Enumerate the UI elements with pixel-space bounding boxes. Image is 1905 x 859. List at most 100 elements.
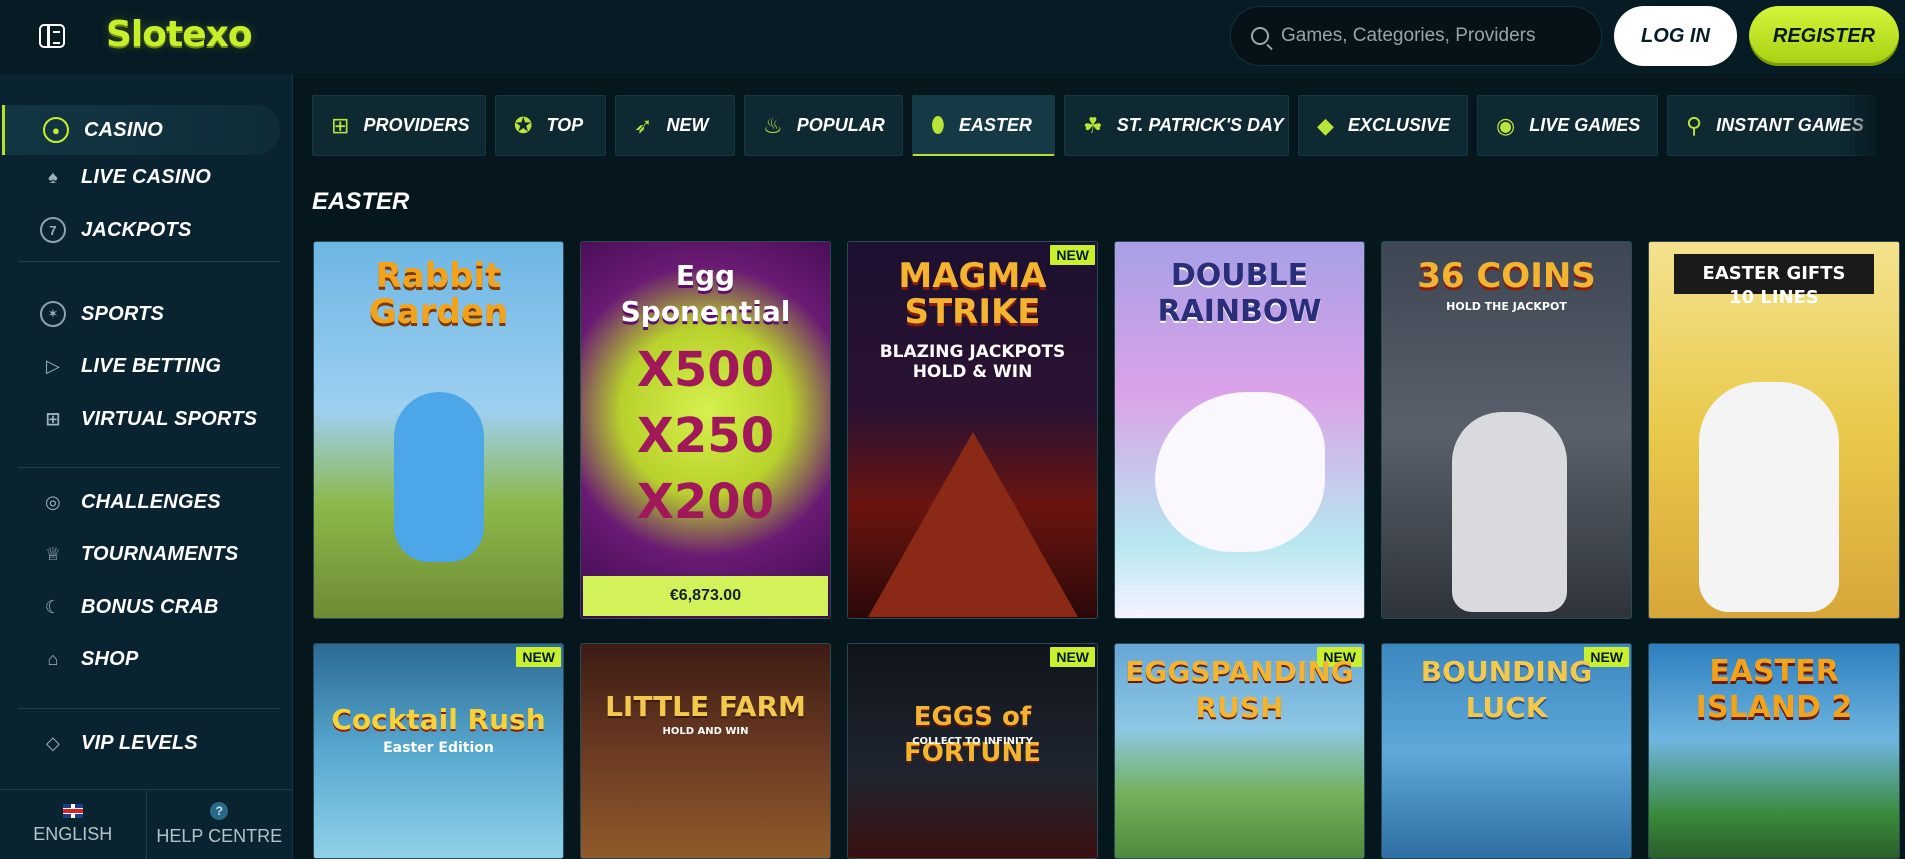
sidebar-item-live-betting[interactable]: ▷ LIVE BETTING	[2, 341, 280, 391]
seven-icon: 7	[40, 217, 66, 243]
game-title: LITTLE FARM	[605, 690, 806, 723]
sidebar-divider	[18, 708, 280, 709]
tab-label: NEW	[666, 115, 709, 135]
jackpot-amount: €6,873.00	[583, 576, 828, 616]
sidebar-footer: ENGLISH ? HELP CENTRE	[0, 789, 292, 859]
game-tile-36-coins[interactable]: 36 COINS HOLD THE JACKPOT	[1381, 241, 1632, 619]
play-icon: ▷	[45, 355, 61, 376]
search-icon	[1251, 27, 1269, 45]
sidebar-item-live-casino[interactable]: ♠ LIVE CASINO	[2, 152, 280, 202]
search-input[interactable]	[1281, 25, 1571, 47]
tab-live-games[interactable]: ◉ LIVE GAMES	[1477, 95, 1658, 156]
register-button[interactable]: REGISTER	[1749, 6, 1899, 66]
help-label: HELP CENTRE	[156, 826, 283, 846]
sidebar-item-virtual-sports[interactable]: ⊞ VIRTUAL SPORTS	[2, 394, 280, 444]
medal-icon: ◎	[45, 491, 61, 512]
rocket-icon: ➶	[634, 112, 653, 138]
search-bar[interactable]	[1230, 6, 1602, 66]
spade-icon: ♠	[48, 166, 58, 187]
game-tile-little-farm[interactable]: LITTLE FARM HOLD AND WIN	[580, 643, 831, 859]
game-title: BOUNDING LUCK	[1420, 655, 1593, 724]
sidebar-item-sports[interactable]: ✶ SPORTS	[2, 289, 280, 339]
clover-icon: ☘	[1083, 112, 1103, 138]
sidebar-item-bonus-crab[interactable]: ☾ BONUS CRAB	[2, 582, 280, 632]
game-tile-easter-gifts[interactable]: EASTER GIFTS 10 LINES	[1648, 241, 1900, 619]
game-title: Rabbit Garden	[368, 256, 509, 332]
language-selector[interactable]: ENGLISH	[0, 790, 146, 859]
tab-easter[interactable]: ⬮ EASTER	[912, 95, 1055, 156]
sidebar-item-casino[interactable]: ● CASINO	[2, 105, 280, 155]
sidebar-item-label: SHOP	[81, 647, 139, 670]
tab-providers[interactable]: ⊞ PROVIDERS	[312, 95, 486, 156]
sidebar-item-label: VIP LEVELS	[81, 731, 198, 754]
sidebar-item-shop[interactable]: ⌂ SHOP	[2, 634, 280, 684]
game-tile-magma-strike[interactable]: NEW MAGMA STRIKE BLAZING JACKPOTS HOLD &…	[847, 241, 1098, 619]
game-subtitle: 10 LINES	[1729, 287, 1819, 308]
game-subtitle: HOLD THE JACKPOT	[1446, 300, 1567, 313]
tab-label: TOP	[546, 115, 584, 135]
game-tile-eggspanding-rush[interactable]: NEW EGGSPANDING RUSH	[1114, 643, 1365, 859]
language-label: ENGLISH	[33, 824, 113, 844]
sidebar-item-label: CHALLENGES	[81, 490, 221, 513]
tab-new[interactable]: ➶ NEW	[615, 95, 735, 156]
game-tile-easter-island-2[interactable]: EASTER ISLAND 2	[1648, 643, 1900, 859]
joystick-icon: ⚲	[1686, 112, 1703, 138]
gamepad-icon: ⊞	[45, 408, 61, 429]
sidebar-toggle-icon[interactable]	[39, 24, 65, 48]
sidebar-divider	[18, 467, 280, 468]
tab-st-patricks-day[interactable]: ☘ ST. PATRICK'S DAY	[1064, 95, 1289, 156]
section-title: EASTER	[312, 188, 410, 215]
game-tile-eggs-of-fortune[interactable]: NEW EGGS of FORTUNE COLLECT TO INFINITY	[847, 643, 1098, 859]
game-tile-double-rainbow[interactable]: DOUBLE RAINBOW	[1114, 241, 1365, 619]
crab-icon: ☾	[44, 596, 62, 617]
ball-icon: ✶	[40, 301, 66, 327]
egg-icon: ⬮	[931, 112, 945, 137]
game-title: Cocktail Rush	[331, 703, 546, 736]
new-badge: NEW	[1050, 647, 1095, 667]
game-title: EASTER ISLAND 2	[1695, 654, 1853, 725]
sidebar-item-jackpots[interactable]: 7 JACKPOTS	[2, 205, 280, 255]
tab-label: POPULAR	[796, 115, 885, 135]
game-tile-bounding-luck[interactable]: NEW BOUNDING LUCK	[1381, 643, 1632, 859]
unicorn-art	[1155, 392, 1325, 552]
question-icon: ?	[210, 802, 229, 820]
login-button[interactable]: LOG IN	[1614, 6, 1737, 66]
grid-icon: ⊞	[331, 112, 350, 138]
game-tile-cocktail-rush[interactable]: NEW Cocktail Rush Easter Edition	[313, 643, 564, 859]
site-logo[interactable]: Slotexo	[106, 14, 253, 55]
tab-exclusive[interactable]: ◆ EXCLUSIVE	[1298, 95, 1468, 156]
tab-label: EASTER	[958, 114, 1032, 135]
game-subtitle: X500 X250 X200	[636, 342, 775, 530]
sidebar-item-label: TOURNAMENTS	[81, 542, 239, 565]
game-title: EGGS of FORTUNE	[903, 702, 1042, 768]
sidebar-item-tournaments[interactable]: ♕ TOURNAMENTS	[2, 529, 280, 579]
rabbit-art	[394, 392, 484, 562]
game-subtitle: COLLECT TO INFINITY	[912, 736, 1033, 747]
tab-label: ST. PATRICK'S DAY	[1116, 115, 1284, 135]
sidebar-item-label: JACKPOTS	[81, 218, 192, 241]
sidebar-item-challenges[interactable]: ◎ CHALLENGES	[2, 477, 280, 527]
help-centre-link[interactable]: ? HELP CENTRE	[145, 790, 293, 859]
tabs-scroll-fade	[1840, 95, 1905, 157]
new-badge: NEW	[516, 647, 561, 667]
casino-chip-icon: ●	[43, 117, 69, 143]
sidebar-item-label: VIRTUAL SPORTS	[81, 407, 258, 430]
game-tile-egg-sponential[interactable]: Egg Sponential X500 X250 X200 €6,873.00	[580, 241, 831, 619]
bunny-art	[1699, 382, 1839, 612]
sidebar: ● CASINO ♠ LIVE CASINO 7 JACKPOTS ✶ SPOR…	[0, 74, 293, 859]
tab-label: LIVE GAMES	[1529, 115, 1641, 135]
bunny-art	[1452, 412, 1567, 612]
game-subtitle: BLAZING JACKPOTS HOLD & WIN	[879, 342, 1066, 382]
trophy-icon: ♕	[44, 543, 62, 564]
tab-label: PROVIDERS	[363, 115, 470, 135]
tab-top[interactable]: ✪ TOP	[495, 95, 606, 156]
sidebar-item-label: SPORTS	[81, 302, 165, 325]
game-title: Egg Sponential	[620, 259, 791, 328]
diamond-icon: ◇	[45, 732, 61, 753]
game-title: DOUBLE RAINBOW	[1157, 258, 1322, 329]
game-subtitle: HOLD AND WIN	[662, 726, 749, 737]
tab-popular[interactable]: ♨ POPULAR	[744, 95, 903, 156]
game-tile-rabbit-garden[interactable]: Rabbit Garden	[313, 241, 564, 619]
broadcast-icon: ◉	[1496, 112, 1516, 138]
sidebar-item-vip-levels[interactable]: ◇ VIP LEVELS	[2, 718, 280, 768]
